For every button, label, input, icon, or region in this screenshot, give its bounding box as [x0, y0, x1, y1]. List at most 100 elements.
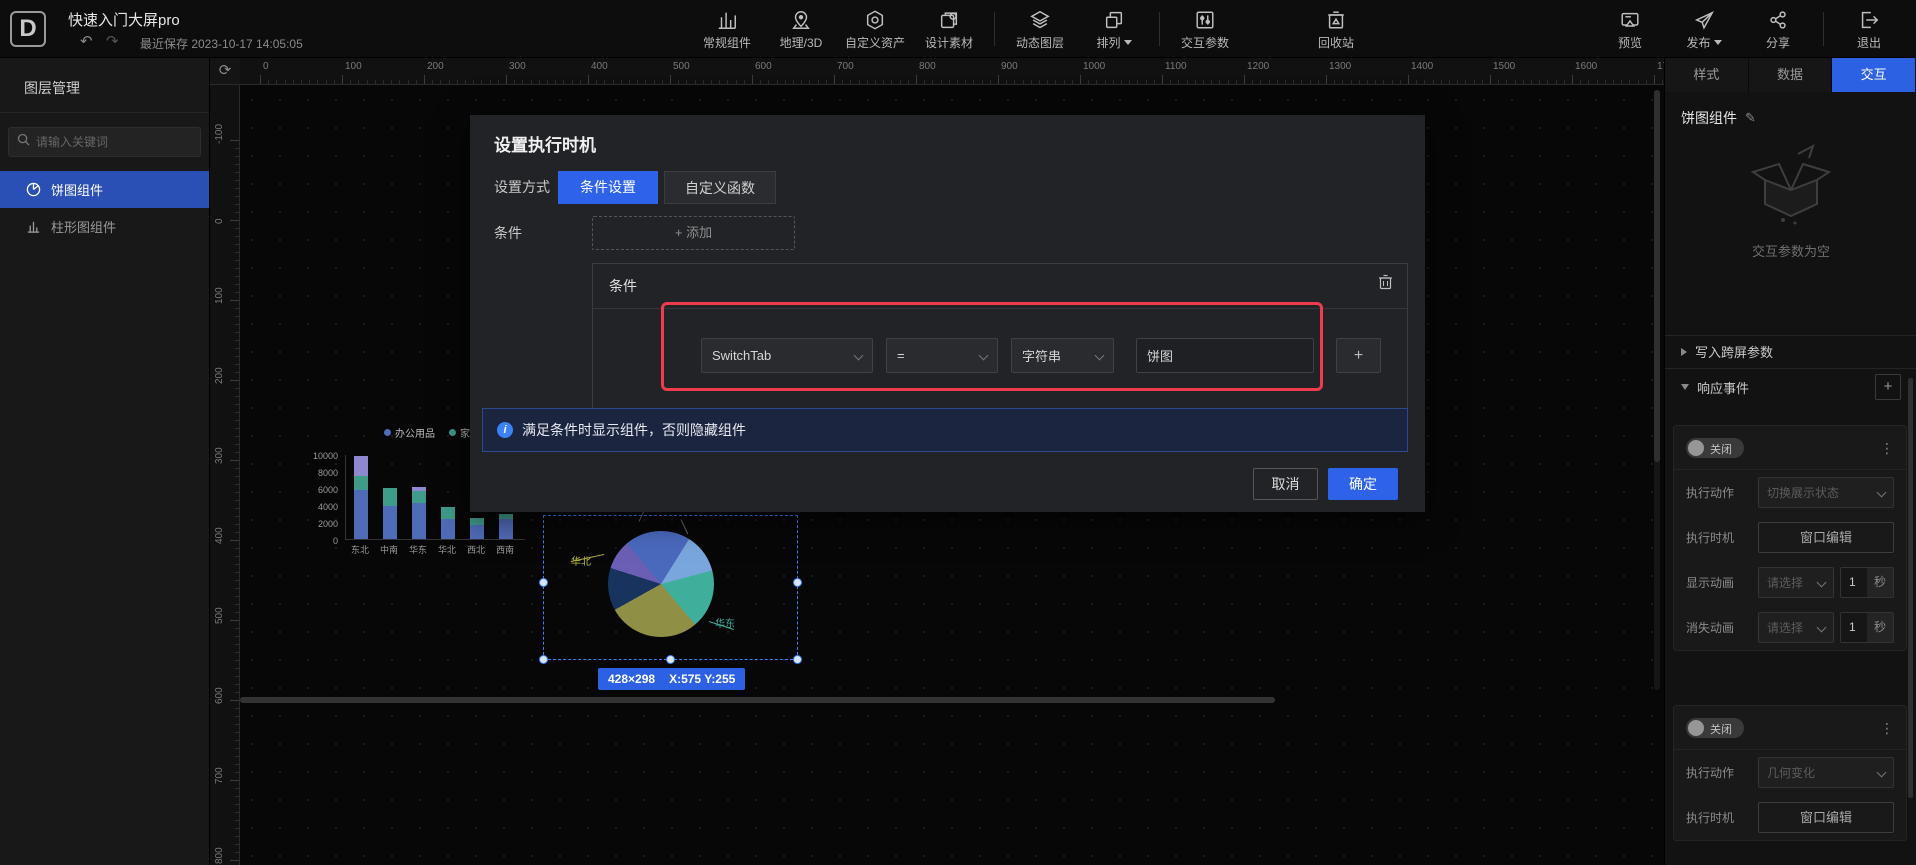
card-row: 执行动作几何变化 [1674, 750, 1906, 795]
animation-select[interactable]: 请选择 [1758, 612, 1834, 643]
card-header: 关闭 ⋮ [1674, 706, 1906, 750]
kebab-menu-icon[interactable]: ⋮ [1880, 725, 1894, 731]
condition-card: 条件 SwitchTab = 字符串 饼图 + [592, 263, 1408, 418]
panel-scrollbar[interactable] [1908, 378, 1913, 798]
card-row: 消失动画请选择1秒 [1674, 605, 1906, 650]
vertical-scrollbar[interactable] [1654, 90, 1660, 690]
row-select[interactable]: 切换展示状态 [1758, 477, 1894, 508]
panel-tab-交互[interactable]: 交互 [1832, 58, 1916, 92]
pie-chart-component[interactable]: 华北华东 [543, 515, 798, 660]
tool-label: 排列 [1096, 34, 1131, 51]
tool-preview[interactable]: 预览 [1593, 0, 1667, 58]
last-saved-text: 最近保存 2023-10-17 14:05:05 [140, 35, 303, 52]
selection-handle[interactable] [539, 578, 548, 587]
selection-handle[interactable] [666, 655, 675, 664]
horizontal-scrollbar[interactable] [240, 697, 1275, 703]
enable-toggle[interactable]: 关闭 [1686, 438, 1744, 458]
enable-toggle[interactable]: 关闭 [1686, 718, 1744, 738]
layer-list: 饼图组件柱形图组件 [0, 171, 209, 245]
tool-design-material[interactable]: 设计素材 [912, 0, 986, 58]
bar-华北 [441, 507, 455, 539]
legend-item[interactable]: 办公用品 [384, 425, 435, 440]
delete-condition-icon[interactable] [1378, 274, 1393, 295]
design-icon [938, 8, 960, 32]
component-title-row: 饼图组件 ✎ [1681, 108, 1756, 128]
tool-components[interactable]: 常规组件 [690, 0, 764, 58]
add-sub-condition-button[interactable]: + [1336, 338, 1381, 373]
add-event-button[interactable]: + [1875, 374, 1901, 400]
condition-value-input[interactable]: 饼图 [1136, 338, 1314, 373]
chevron-down-icon [1095, 351, 1105, 361]
tool-interaction-params[interactable]: 交互参数 [1168, 0, 1242, 58]
tool-arrange[interactable]: 排列 [1077, 0, 1151, 58]
layer-item-柱形图组件[interactable]: 柱形图组件 [0, 208, 209, 245]
y-axis-label: 0 [333, 536, 338, 546]
tool-exit[interactable]: 退出 [1832, 0, 1906, 58]
tool-publish[interactable]: 发布 [1667, 0, 1741, 58]
section-write-params[interactable]: 写入跨屏参数 [1665, 335, 1916, 367]
chevron-down-icon [854, 351, 864, 361]
bar-chart-icon [716, 8, 738, 32]
cancel-button[interactable]: 取消 [1253, 468, 1318, 500]
tool-geo3d[interactable]: 地理/3D [764, 0, 838, 58]
chevron-down-icon [1817, 623, 1827, 633]
empty-box-icon [1743, 142, 1839, 226]
ruler-reset-icon[interactable]: ⟳ [210, 58, 240, 85]
panel-tab-样式[interactable]: 样式 [1665, 58, 1749, 92]
sliders-icon [1194, 8, 1216, 32]
share-icon [1767, 8, 1789, 32]
row-select[interactable]: 几何变化 [1758, 757, 1894, 788]
section-response-events[interactable]: 响应事件 + [1665, 368, 1916, 405]
undo-icon[interactable]: ↶ [80, 32, 93, 50]
condition-type-select[interactable]: 字符串 [1011, 338, 1114, 373]
condition-variable-select[interactable]: SwitchTab [701, 338, 873, 373]
condition-operator-select[interactable]: = [886, 338, 998, 373]
tool-dynamic-layers[interactable]: 动态图层 [1003, 0, 1077, 58]
toggle-knob [1688, 720, 1704, 736]
redo-icon[interactable]: ↷ [106, 32, 119, 50]
bar-西南 [499, 514, 513, 539]
layer-search[interactable] [8, 127, 201, 157]
edit-pencil-icon[interactable]: ✎ [1745, 110, 1756, 126]
window-edit-button[interactable]: 窗口编辑 [1758, 802, 1894, 833]
layer-item-饼图组件[interactable]: 饼图组件 [0, 171, 209, 208]
tab-condition-setting[interactable]: 条件设置 [558, 171, 658, 204]
bar-中南 [383, 488, 397, 539]
bar-mini-icon [26, 219, 41, 234]
duration-input[interactable]: 1秒 [1840, 612, 1894, 643]
tool-label: 发布 [1686, 34, 1721, 51]
search-icon [17, 133, 30, 151]
y-axis-label: 2000 [318, 519, 338, 529]
window-edit-button[interactable]: 窗口编辑 [1758, 522, 1894, 553]
tool-recycle-bin[interactable]: 回收站 [1299, 0, 1373, 58]
tool-custom-assets[interactable]: 自定义资产 [838, 0, 912, 58]
animation-select[interactable]: 请选择 [1758, 567, 1834, 598]
tool-share[interactable]: 分享 [1741, 0, 1815, 58]
search-input[interactable] [36, 135, 186, 149]
arrange-icon [1103, 8, 1125, 32]
tab-custom-function[interactable]: 自定义函数 [664, 171, 776, 204]
selection-size: 428×298 [608, 672, 655, 686]
confirm-button[interactable]: 确定 [1328, 468, 1398, 500]
selection-handle[interactable] [539, 655, 548, 664]
toggle-label: 关闭 [1710, 721, 1732, 737]
empty-state-caption: 交互参数为空 [1665, 241, 1916, 260]
info-text: 满足条件时显示组件，否则隐藏组件 [522, 420, 746, 440]
x-axis-label: 华北 [433, 543, 461, 556]
kebab-menu-icon[interactable]: ⋮ [1880, 445, 1894, 451]
condition-card-title: 条件 [609, 276, 637, 296]
add-condition-button[interactable]: + 添加 [592, 216, 795, 250]
horizontal-ruler: 0100200300400500600700800900100011001200… [240, 58, 1664, 85]
collapse-arrow-icon [1681, 348, 1687, 356]
selection-handle[interactable] [793, 655, 802, 664]
toggle-label: 关闭 [1710, 441, 1732, 457]
paper-plane-icon [1693, 8, 1715, 32]
duration-input[interactable]: 1秒 [1840, 567, 1894, 598]
row-label: 消失动画 [1686, 619, 1758, 636]
x-axis-label: 华东 [404, 543, 432, 556]
panel-tab-数据[interactable]: 数据 [1749, 58, 1833, 92]
selection-handle[interactable] [793, 578, 802, 587]
app-logo[interactable]: D [10, 11, 46, 47]
project-title[interactable]: 快速入门大屏pro [68, 9, 180, 30]
modal-title: 设置执行时机 [494, 131, 596, 156]
